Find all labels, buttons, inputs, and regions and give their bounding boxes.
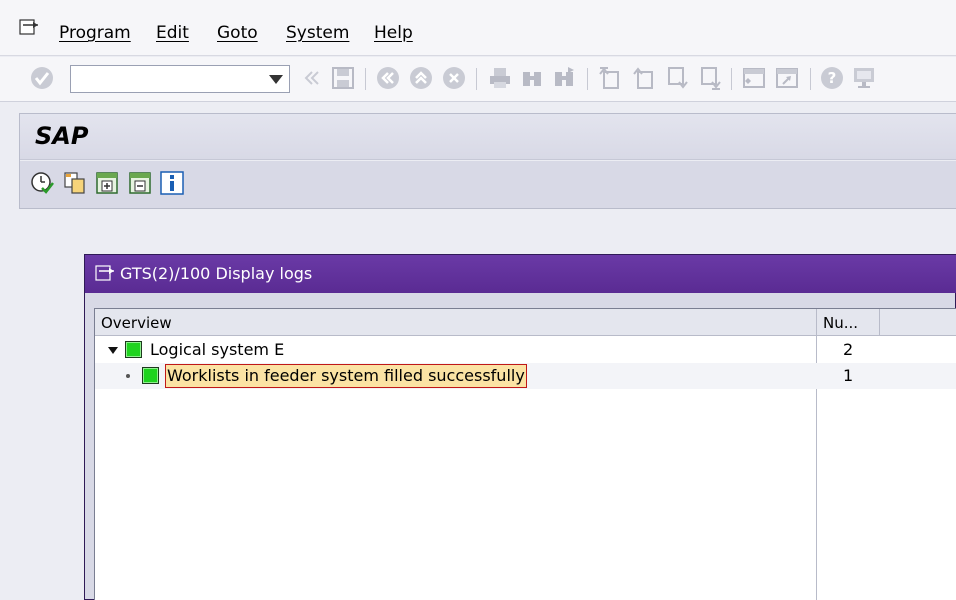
title-bar: SAP <box>20 114 956 160</box>
create-session-icon[interactable] <box>742 66 766 90</box>
menu-goto[interactable]: Goto <box>217 23 258 43</box>
log-tree: Overview Nu... Logical system E 2 Workli… <box>94 308 956 600</box>
window-menu-icon[interactable] <box>19 19 39 37</box>
status-green-icon <box>142 367 159 384</box>
toolbar-divider <box>810 68 811 90</box>
save-icon[interactable] <box>331 66 355 90</box>
menu-bar: Program Edit Goto System Help <box>0 0 956 56</box>
shortcut-icon[interactable] <box>775 66 799 90</box>
exit-icon[interactable] <box>409 66 433 90</box>
menu-program[interactable]: Program <box>59 23 131 43</box>
svg-text:?: ? <box>828 69 837 87</box>
tree-row[interactable]: Logical system E 2 <box>95 337 956 363</box>
help-icon[interactable]: ? <box>820 66 844 90</box>
column-header-number[interactable]: Nu... <box>817 309 880 336</box>
expand-triangle-icon[interactable] <box>108 345 118 355</box>
enter-checkmark-icon[interactable] <box>30 66 54 90</box>
redacted-text <box>284 344 395 357</box>
back-icon[interactable] <box>376 66 400 90</box>
copy-icon[interactable] <box>63 171 87 195</box>
first-page-icon[interactable] <box>598 66 622 90</box>
page-title: SAP <box>35 122 89 150</box>
window-menu-icon[interactable] <box>95 265 115 283</box>
toolbar-divider <box>587 68 588 90</box>
menu-system[interactable]: System <box>286 23 349 43</box>
display-logs-dialog: GTS(2)/100 Display logs Overview Nu... L… <box>84 254 956 600</box>
tree-row-label-selected[interactable]: Worklists in feeder system filled succes… <box>165 364 527 388</box>
information-icon[interactable] <box>160 171 184 195</box>
find-icon[interactable] <box>520 66 544 90</box>
standard-toolbar: ? <box>0 57 956 102</box>
previous-page-icon[interactable] <box>632 66 656 90</box>
dialog-title: GTS(2)/100 Display logs <box>120 264 313 283</box>
toolbar-divider <box>476 68 477 90</box>
command-input[interactable] <box>75 69 255 89</box>
collapse-subtree-icon[interactable] <box>128 171 152 195</box>
leaf-bullet-icon <box>126 374 130 378</box>
menu-help[interactable]: Help <box>374 23 413 43</box>
menu-edit[interactable]: Edit <box>156 23 189 43</box>
main-screen-header: SAP <box>19 113 956 209</box>
toolbar-divider <box>731 68 732 90</box>
status-green-icon <box>125 341 142 358</box>
application-toolbar <box>20 161 956 209</box>
tree-row-count: 2 <box>843 340 854 359</box>
chevron-down-icon[interactable] <box>269 75 283 84</box>
find-next-icon[interactable] <box>552 66 576 90</box>
next-page-icon[interactable] <box>665 66 689 90</box>
print-icon[interactable] <box>488 66 512 90</box>
last-page-icon[interactable] <box>698 66 722 90</box>
tree-row[interactable]: Worklists in feeder system filled succes… <box>95 363 956 389</box>
customize-layout-icon[interactable] <box>852 66 876 90</box>
column-header-empty <box>880 309 956 336</box>
expand-subtree-icon[interactable] <box>95 171 119 195</box>
dialog-title-bar[interactable]: GTS(2)/100 Display logs <box>85 255 956 293</box>
collapse-history-icon[interactable] <box>300 66 324 90</box>
column-header-overview[interactable]: Overview <box>95 309 817 336</box>
cancel-icon[interactable] <box>442 66 466 90</box>
tree-row-count: 1 <box>843 366 854 385</box>
command-field[interactable] <box>70 65 290 93</box>
toolbar-divider <box>365 68 366 90</box>
tree-row-label[interactable]: Logical system E <box>150 340 395 359</box>
execute-clock-icon[interactable] <box>30 171 54 195</box>
